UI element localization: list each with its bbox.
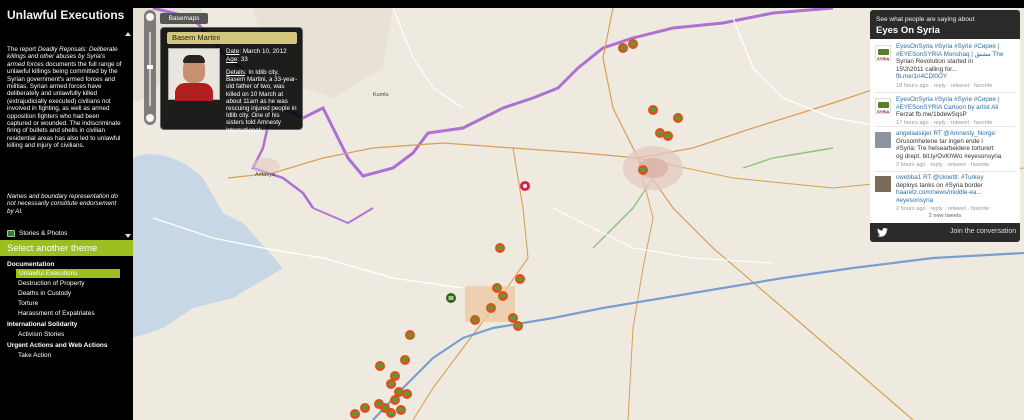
tweet-text-line[interactable]: EyesOnSyria #Syria #Syrie #Сирия |	[896, 43, 1015, 51]
scroll-down-arrow-icon[interactable]	[125, 234, 131, 238]
report-text: The report Deadly Reprisals: Deliberate …	[7, 46, 122, 150]
popup-age: Age: 33	[226, 56, 248, 63]
sidebar-scrollbar[interactable]	[124, 32, 131, 238]
twitter-widget: See what people are saying about Eyes On…	[870, 10, 1020, 242]
popup-header: Basem Martini	[167, 32, 297, 44]
place-label-kumlu: Kumlu	[373, 92, 389, 98]
tweet-text-line[interactable]: angelaaskjer RT @Amnesty_Norge:	[896, 130, 1015, 138]
join-conversation-link[interactable]: Join the conversation	[950, 228, 1016, 235]
twitter-title: Eyes On Syria	[876, 25, 940, 36]
tweet-text-line[interactable]: EyesOnSyria #Syria #Syrie #Сирия |	[896, 96, 1015, 104]
tweet-meta[interactable]: 2 hours ago · reply · retweet · favorite	[896, 206, 989, 212]
page-title: Unlawful Executions	[7, 8, 125, 22]
app-root: Antakya Kumlu Basemaps Basem Martini Dat…	[0, 0, 1024, 420]
tweet-text-line[interactable]: Ferzat fb.me/1bdewSqsP	[896, 111, 1015, 119]
tweet-text-line: 15\3\2011 calling for...	[896, 65, 958, 73]
menu-item-activism-stories[interactable]: Activism Stories	[18, 330, 122, 339]
menu-item-torture[interactable]: Torture	[18, 299, 122, 308]
disclaimer-text: Names and boundary representation do not…	[7, 193, 118, 215]
tweet-meta[interactable]: 18 hours ago · reply · retweet · favorit…	[896, 83, 992, 89]
sea-area	[133, 154, 283, 338]
zoom-out-button[interactable]	[146, 114, 154, 122]
tweet-link[interactable]: haaretz.com/news/middle-ea...	[896, 189, 1015, 197]
tweet-text-line[interactable]: #EYESonSYRIA Cartoon by artist Ali	[896, 104, 1015, 112]
place-label-antakya: Antakya	[255, 172, 275, 178]
sidebar: Unlawful Executions The report Deadly Re…	[0, 0, 133, 420]
menu-item-deaths-in-custody[interactable]: Deaths in Custody	[18, 289, 122, 298]
popup-date: Date: March 10, 2012	[226, 48, 287, 55]
stories-photos-legend[interactable]: Stories & Photos	[7, 230, 67, 237]
story-popup: Basem Martini Date: March 10, 2012 Age: …	[160, 27, 303, 134]
tweet-text-line[interactable]: #eyesonsyria	[896, 197, 1015, 205]
twitter-header: See what people are saying about Eyes On…	[870, 10, 1020, 39]
tweet-text-line[interactable]: #EYESonSYRIA Monshaq | مشنق The	[896, 51, 1015, 59]
menu-header-urgent-actions[interactable]: Urgent Actions and Web Actions	[7, 342, 108, 349]
tweet-text-line: Syrian Revolution started in	[896, 58, 974, 66]
twitter-bird-icon	[877, 228, 888, 237]
zoom-slider[interactable]	[144, 10, 156, 125]
avatar[interactable]	[875, 176, 891, 192]
avatar[interactable]: SYRIA	[875, 45, 891, 61]
menu-header-documentation[interactable]: Documentation	[7, 261, 54, 268]
select-theme-label: Select another theme	[7, 243, 98, 254]
tweet-text-line[interactable]: #Syria: Tre helsearbeidere torturert	[896, 145, 1015, 153]
tweet-text-line: deploys tanks on #Syria border	[896, 181, 983, 189]
popup-details: Details: In Idlib city, Basem Martini, a…	[226, 69, 298, 134]
person-photo	[168, 48, 220, 101]
sidebar-scroll-area[interactable]: The report Deadly Reprisals: Deliberate …	[0, 30, 133, 240]
menu-item-take-action[interactable]: Take Action	[18, 351, 122, 360]
menu-item-harassment-of-expatriates[interactable]: Harassment of Expatriates	[18, 309, 122, 318]
new-tweets-notice[interactable]: 2 new tweets	[870, 213, 1020, 219]
zoom-thumb[interactable]	[147, 65, 153, 69]
scroll-up-arrow-icon[interactable]	[125, 32, 131, 36]
popup-name: Basem Martini	[172, 33, 220, 42]
menu-item-unlawful-executions[interactable]: Unlawful Executions	[16, 269, 120, 278]
menu-header-international-solidarity[interactable]: International Solidarity	[7, 321, 77, 328]
camera-icon	[7, 230, 15, 237]
stories-label: Stories & Photos	[19, 230, 68, 237]
avatar[interactable]: SYRIA	[875, 98, 891, 114]
zoom-track[interactable]	[149, 32, 151, 106]
select-theme-header: Select another theme	[0, 240, 133, 256]
tweet-link[interactable]: fb.me/1n4CDl0OY	[896, 73, 1015, 81]
twitter-footer: Join the conversation	[870, 223, 1020, 242]
tweet-text-line[interactable]: og drept. bit.ly/OvKhWo #eyesonsyria	[896, 153, 1015, 161]
story-markers	[350, 39, 683, 419]
basemaps-button[interactable]: Basemaps	[160, 13, 208, 24]
zoom-in-button[interactable]	[146, 13, 154, 21]
twitter-subtitle: See what people are saying about	[876, 16, 975, 23]
avatar[interactable]	[875, 132, 891, 148]
menu-item-destruction-of-property[interactable]: Destruction of Property	[18, 279, 122, 288]
tweet-meta[interactable]: 2 hours ago · reply · retweet · favorite	[896, 162, 989, 168]
tweet-text-line: Grusomhetene tar ingen ende i	[896, 137, 983, 145]
highway	[372, 251, 1024, 420]
tweet-text-line[interactable]: cwebba1 RT @ckoettl: #Turkey	[896, 174, 1015, 182]
